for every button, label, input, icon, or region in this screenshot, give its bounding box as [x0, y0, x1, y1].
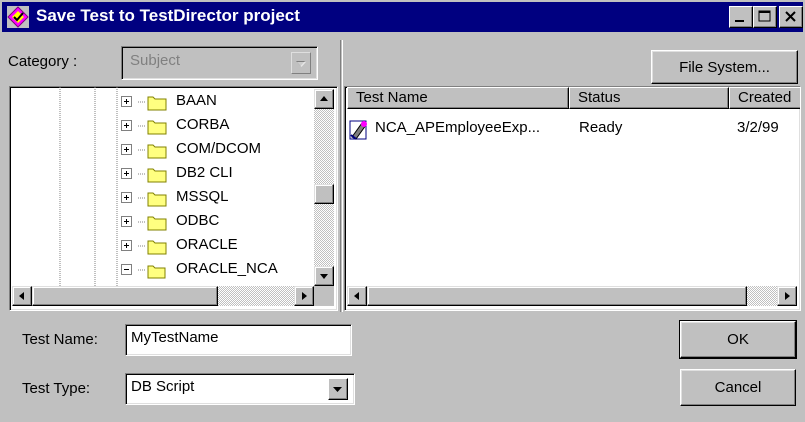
close-icon	[785, 11, 796, 22]
file-system-button[interactable]: File System...	[651, 50, 798, 84]
list-scroll-right-button[interactable]	[777, 286, 797, 306]
test-script-icon	[349, 120, 367, 140]
expand-icon[interactable]	[121, 192, 132, 203]
tree-item[interactable]: DB2 CLI	[10, 162, 310, 186]
tree-item-label: DB2 CLI	[176, 164, 233, 181]
tree-item-label: CORBA	[176, 116, 230, 133]
test-name-label: Test Name:	[22, 331, 98, 348]
tests-list[interactable]: Test Name Status Created NCA_APEmployeeE…	[344, 86, 801, 311]
folder-icon	[138, 144, 167, 159]
expand-icon[interactable]	[121, 216, 132, 227]
window-title: Save Test to TestDirector project	[36, 6, 300, 25]
tree-scroll-left-button[interactable]	[12, 286, 32, 306]
column-header-status[interactable]: Status	[569, 87, 729, 109]
expand-icon[interactable]	[121, 168, 132, 179]
tree-item-label: MSSQL	[176, 188, 229, 205]
list-item[interactable]: NCA_APEmployeeExp... Ready 3/2/99	[347, 117, 799, 141]
category-dropdown-button[interactable]	[291, 52, 311, 74]
close-button[interactable]	[779, 6, 803, 28]
title-bar[interactable]: Save Test to TestDirector project	[2, 2, 803, 32]
tree-item[interactable]: BAAN	[10, 90, 310, 114]
folder-icon	[138, 240, 167, 255]
folder-icon	[138, 216, 167, 231]
arrow-left-icon	[19, 292, 24, 300]
folder-icon	[138, 168, 167, 183]
list-scroll-left-button[interactable]	[347, 286, 367, 306]
category-label: Category :	[8, 53, 78, 70]
pane-splitter[interactable]	[340, 40, 343, 312]
tree-hscroll-thumb[interactable]	[32, 286, 218, 306]
tree-item-label: ODBC	[176, 212, 220, 229]
test-status-cell: Ready	[579, 119, 623, 136]
test-type-value: DB Script	[131, 378, 195, 395]
tree-item-label: ORACLE_NCA	[176, 260, 278, 277]
tree-scroll-down-button[interactable]	[314, 266, 334, 286]
test-name-cell: NCA_APEmployeeExp...	[375, 119, 541, 136]
arrow-right-icon	[785, 292, 790, 300]
category-value: Subject	[130, 52, 181, 69]
maximize-icon	[758, 10, 771, 22]
tree-item[interactable]: CORBA	[10, 114, 310, 138]
arrow-down-icon	[320, 274, 328, 279]
chevron-down-icon	[333, 387, 342, 392]
ok-button[interactable]: OK	[679, 320, 797, 359]
test-created-cell: 3/2/99	[737, 119, 779, 136]
tree-item[interactable]: ORACLE_NCA	[10, 258, 310, 282]
test-name-input[interactable]: MyTestName	[125, 324, 352, 356]
tree-item-label: BAAN	[176, 92, 217, 109]
tree-scroll-up-button[interactable]	[314, 89, 334, 109]
tree-item[interactable]: COM/DCOM	[10, 138, 310, 162]
maximize-button[interactable]	[753, 6, 777, 28]
tree-item-label: ORACLE	[176, 236, 238, 253]
test-type-dropdown-button[interactable]	[328, 378, 348, 400]
folder-icon	[138, 96, 167, 111]
chevron-down-icon	[296, 61, 306, 67]
category-combo[interactable]: Subject	[121, 46, 318, 80]
tree-scroll-right-button[interactable]	[294, 286, 314, 306]
collapse-icon[interactable]	[121, 264, 132, 275]
test-type-select[interactable]: DB Script	[125, 373, 355, 405]
expand-icon[interactable]	[121, 144, 132, 155]
tree-item[interactable]: MSSQL	[10, 186, 310, 210]
tree-item[interactable]: ODBC	[10, 210, 310, 234]
tree-item-label: COM/DCOM	[176, 140, 261, 157]
minimize-button[interactable]	[729, 6, 753, 28]
open-folder-icon	[138, 265, 166, 279]
column-header-test-name[interactable]: Test Name	[347, 87, 569, 109]
arrow-right-icon	[302, 292, 307, 300]
test-type-label: Test Type:	[22, 380, 91, 397]
cancel-button[interactable]: Cancel	[680, 369, 796, 406]
list-hscroll-thumb[interactable]	[367, 286, 747, 306]
arrow-left-icon	[354, 292, 359, 300]
arrow-up-icon	[320, 96, 328, 101]
folder-icon	[138, 192, 167, 207]
scroll-corner	[314, 286, 334, 306]
expand-icon[interactable]	[121, 240, 132, 251]
subject-tree[interactable]: BAAN CORBA COM/DCOM DB2 CLI MSSQL ODBC ORACLE O…	[9, 86, 338, 311]
tree-item[interactable]: ORACLE	[10, 234, 310, 258]
minimize-icon	[735, 20, 744, 22]
folder-icon	[138, 120, 167, 135]
save-test-dialog: Save Test to TestDirector project Catego…	[0, 0, 805, 422]
expand-icon[interactable]	[121, 120, 132, 131]
tree-vscroll-thumb[interactable]	[314, 184, 334, 204]
column-header-created[interactable]: Created	[729, 87, 800, 109]
expand-icon[interactable]	[121, 96, 132, 107]
testdirector-app-icon	[7, 6, 29, 28]
